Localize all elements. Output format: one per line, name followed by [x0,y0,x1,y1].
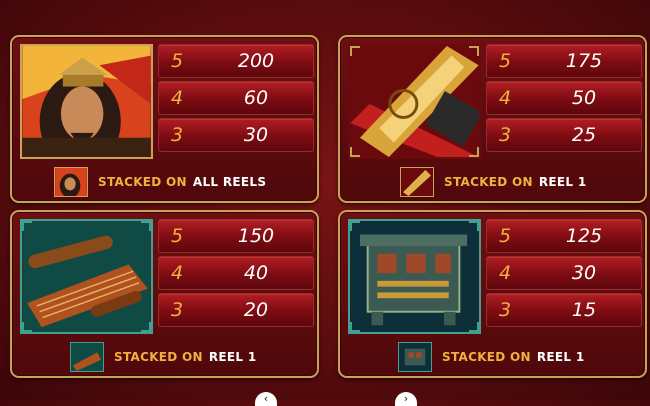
stacked-label: STACKED ON [98,175,187,189]
symbol-count: 3 [499,124,512,146]
payout-value: 25 [571,124,597,146]
emperor-thumbnail-icon [54,167,88,197]
golden-dragon-sword-icon [348,44,481,159]
stacked-info: STACKED ON REEL 1 [398,340,584,374]
paytable-emperor: 5 200 4 60 3 30 [158,44,314,155]
pay-row: 4 40 [158,256,314,290]
frame-corner [469,221,479,231]
symbol-count: 5 [499,50,512,72]
frame-corner [350,221,360,231]
stacked-value: REEL 1 [208,350,257,364]
paytable-vessel: 5 125 4 30 3 15 [486,219,642,330]
payout-value: 20 [243,299,269,321]
payout-value: 30 [243,124,269,146]
symbol-count: 3 [171,124,184,146]
pay-row: 3 20 [158,293,314,327]
symbol-count: 4 [499,87,512,109]
frame-corner [141,322,151,332]
emperor-portrait-icon [20,44,153,159]
payout-value: 60 [243,87,269,109]
payout-value: 40 [243,262,269,284]
payout-value: 50 [571,87,597,109]
frame-corner [469,147,479,157]
frame-corner [22,221,32,231]
next-page-glyph: › [403,392,409,405]
scroll-thumbnail-icon [70,342,104,372]
chevron-right-icon[interactable]: › [395,392,417,406]
frame-corner [350,147,360,157]
stacked-value: REEL 1 [538,175,587,189]
pay-row: 5 150 [158,219,314,253]
pay-row: 5 175 [486,44,642,78]
frame-corner [469,46,479,56]
pay-row: 3 30 [158,118,314,152]
paytable-panel-scroll: 5 150 4 40 3 20 STACKED ON REEL 1 [10,210,319,378]
symbol-count: 4 [499,262,512,284]
stacked-value: ALL REELS [192,175,267,189]
bronze-ding-vessel-icon [348,219,481,334]
frame-corner [22,322,32,332]
pay-row: 5 200 [158,44,314,78]
pay-row: 4 60 [158,81,314,115]
stacked-info: STACKED ON ALL REELS [54,165,266,199]
frame-corner [469,322,479,332]
stacked-value: REEL 1 [536,350,585,364]
symbol-count: 5 [171,225,184,247]
stacked-info: STACKED ON REEL 1 [70,340,256,374]
paytable-scroll: 5 150 4 40 3 20 [158,219,314,330]
symbol-count: 4 [171,262,184,284]
stacked-label: STACKED ON [442,350,531,364]
symbol-count: 4 [171,87,184,109]
symbol-count: 5 [171,50,184,72]
stacked-info: STACKED ON REEL 1 [400,165,586,199]
stacked-label: STACKED ON [444,175,533,189]
symbol-count: 5 [499,225,512,247]
paytable-panel-sword: 5 175 4 50 3 25 STACKED ON REEL 1 [338,35,647,203]
payout-value: 150 [237,225,275,247]
pay-row: 3 15 [486,293,642,327]
paytable-sword: 5 175 4 50 3 25 [486,44,642,155]
payout-value: 200 [237,50,275,72]
symbol-count: 3 [171,299,184,321]
pay-row: 3 25 [486,118,642,152]
frame-corner [350,322,360,332]
frame-corner [350,46,360,56]
vessel-thumbnail-icon [398,342,432,372]
frame-corner [141,221,151,231]
payout-value: 175 [565,50,603,72]
symbol-count: 3 [499,299,512,321]
paytable-panel-emperor: 5 200 4 60 3 30 STACKED ON ALL REELS [10,35,319,203]
pay-row: 4 50 [486,81,642,115]
payout-value: 15 [571,299,597,321]
scroll-and-zither-icon [20,219,153,334]
sword-thumbnail-icon [400,167,434,197]
paytable-panel-vessel: 5 125 4 30 3 15 STACKED ON REEL 1 [338,210,647,378]
pay-row: 4 30 [486,256,642,290]
prev-page-glyph: ‹ [263,392,269,405]
stacked-label: STACKED ON [114,350,203,364]
payout-value: 125 [565,225,603,247]
pay-row: 5 125 [486,219,642,253]
payout-value: 30 [571,262,597,284]
chevron-left-icon[interactable]: ‹ [255,392,277,406]
